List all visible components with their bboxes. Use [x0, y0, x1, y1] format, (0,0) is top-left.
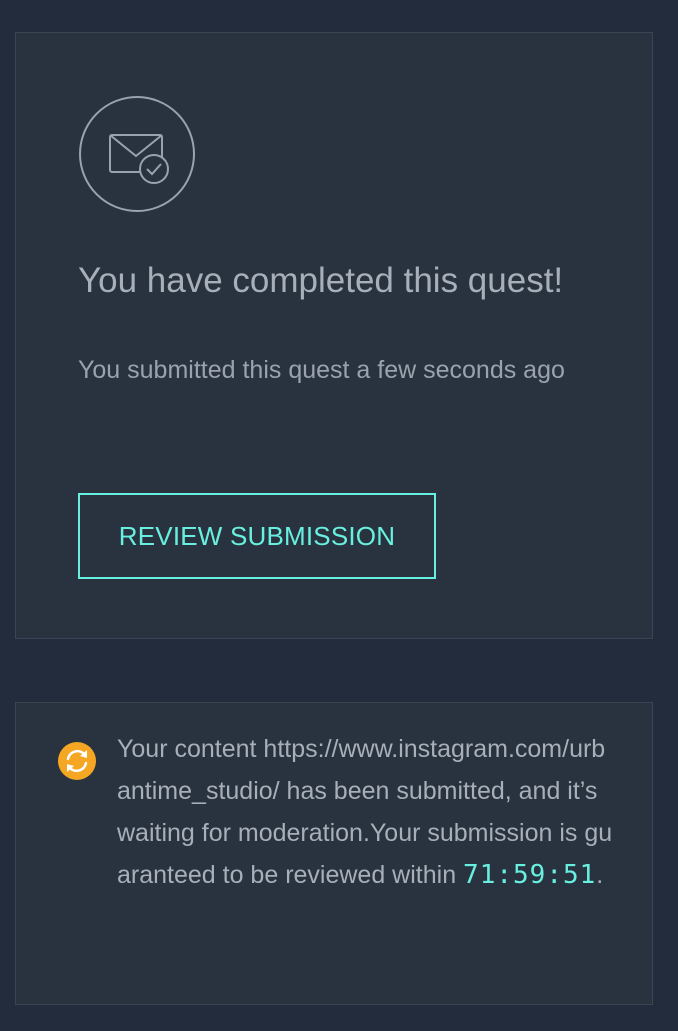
- page: You have completed this quest! You submi…: [0, 0, 678, 1031]
- quest-complete-card: You have completed this quest! You submi…: [15, 32, 653, 639]
- review-countdown-timer: 71:59:51: [463, 860, 597, 890]
- quest-complete-title: You have completed this quest!: [78, 261, 564, 300]
- mail-check-icon: [79, 96, 195, 212]
- moderation-notice-card: Your content https://www.instagram.com/u…: [15, 702, 653, 1005]
- moderation-message: Your content https://www.instagram.com/u…: [117, 728, 617, 896]
- review-submission-button[interactable]: REVIEW SUBMISSION: [78, 493, 436, 579]
- moderation-text-intro: Your content: [117, 735, 264, 763]
- moderation-text-end: .: [596, 861, 604, 889]
- sync-icon: [58, 742, 96, 780]
- submission-time-text: You submitted this quest a few seconds a…: [78, 356, 565, 384]
